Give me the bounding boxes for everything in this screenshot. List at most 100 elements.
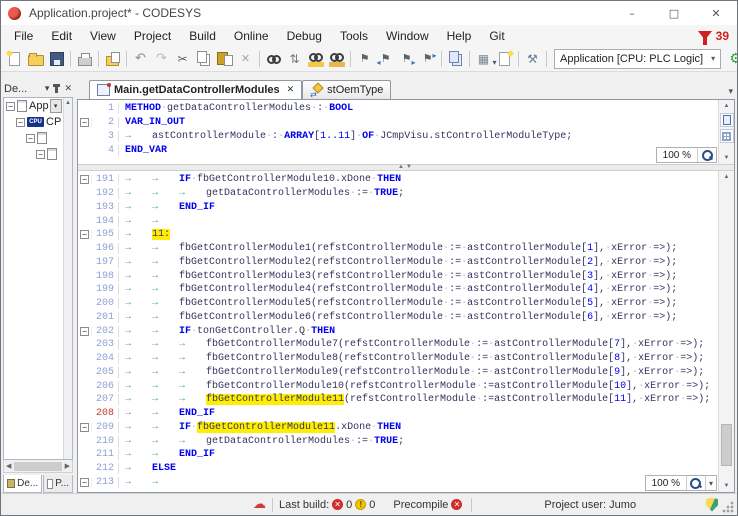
code-line[interactable]: 208→→END_IF: [78, 407, 718, 421]
panel-tab-pous[interactable]: P...: [43, 475, 73, 493]
cut-button[interactable]: ✂: [172, 48, 193, 69]
tabular-view-button[interactable]: [720, 129, 734, 143]
devices-tree-hscrollbar[interactable]: ◀ ▶: [3, 460, 73, 473]
find-in-project-button[interactable]: [305, 48, 326, 69]
menu-project[interactable]: Project: [125, 27, 180, 45]
scroll-up-icon[interactable]: ▲: [719, 171, 734, 183]
fold-toggle[interactable]: −: [80, 478, 89, 487]
code-line[interactable]: 206→→→fbGetControllerModule10(refstContr…: [78, 379, 718, 393]
code-line[interactable]: −202→→IF·tonGetController.Q·THEN: [78, 324, 718, 338]
code-line[interactable]: 196→→fbGetControllerModule1(refstControl…: [78, 242, 718, 256]
code-line[interactable]: 211→→END_IF: [78, 448, 718, 462]
menu-debug[interactable]: Debug: [278, 27, 331, 45]
panel-tab-devices[interactable]: De...: [3, 475, 42, 493]
menu-edit[interactable]: Edit: [42, 27, 81, 45]
find-button[interactable]: [263, 48, 284, 69]
implementation-editor[interactable]: −191→→IF·fbGetControllerModule10.xDone·T…: [78, 171, 734, 492]
bookmark-next-button[interactable]: ⚑: [396, 48, 417, 69]
code-line[interactable]: 3→astControllerModule·:·ARRAY[1..11]·OF·…: [78, 130, 718, 144]
code-line[interactable]: 197→→fbGetControllerModule2(refstControl…: [78, 256, 718, 270]
scroll-track[interactable]: [719, 144, 734, 152]
library-dropdown-button[interactable]: ▦: [473, 48, 494, 69]
code-line[interactable]: 207→→→fbGetControllerModule11(refstContr…: [78, 393, 718, 407]
declaration-zoom-control[interactable]: 100 %: [656, 147, 717, 163]
bookmark-prev-button[interactable]: ⚑: [375, 48, 396, 69]
bookmark-toggle-button[interactable]: ⚑: [354, 48, 375, 69]
implementation-scrollbar[interactable]: ▲ ▼: [718, 171, 734, 492]
menu-build[interactable]: Build: [180, 27, 225, 45]
code-line[interactable]: 194→→: [78, 214, 718, 228]
code-line[interactable]: −2VAR_IN_OUT: [78, 116, 718, 130]
tree-item-cp[interactable]: −CPUCP: [4, 114, 72, 130]
implementation-zoom-control[interactable]: 100 % ▾: [645, 475, 717, 491]
panel-close-icon[interactable]: ✕: [64, 84, 72, 94]
code-line[interactable]: 210→→→getDataControllerModules·:=·TRUE;: [78, 434, 718, 448]
undo-button[interactable]: ↶: [130, 48, 151, 69]
tab-main-getdatacontrollermodules[interactable]: Main.getDataControllerModules✕: [89, 80, 302, 99]
close-icon[interactable]: ✕: [287, 85, 295, 95]
magnifier-icon[interactable]: [698, 148, 716, 162]
close-button[interactable]: ✕: [695, 1, 737, 25]
scroll-down-icon[interactable]: ▼: [719, 480, 734, 492]
copy-button[interactable]: [193, 48, 214, 69]
editor-splitter[interactable]: ▲▼: [78, 164, 734, 171]
code-line[interactable]: 192→→→getDataControllerModules·:=·TRUE;: [78, 187, 718, 201]
pin-icon[interactable]: [55, 85, 58, 93]
save-button[interactable]: [46, 48, 67, 69]
scroll-right-icon[interactable]: ▶: [63, 462, 72, 470]
fold-toggle[interactable]: −: [80, 327, 89, 336]
scroll-thumb[interactable]: [721, 424, 732, 466]
chevron-down-icon[interactable]: ▾: [50, 99, 62, 113]
new-file-button[interactable]: [4, 48, 25, 69]
fold-toggle[interactable]: −: [36, 150, 45, 159]
maximize-button[interactable]: □: [653, 1, 695, 25]
code-line[interactable]: 201→→fbGetControllerModule6(refstControl…: [78, 311, 718, 325]
redo-button[interactable]: ↷: [151, 48, 172, 69]
code-line[interactable]: 203→→→fbGetControllerModule7(refstContro…: [78, 338, 718, 352]
menu-online[interactable]: Online: [225, 27, 278, 45]
scroll-left-icon[interactable]: ◀: [4, 462, 13, 470]
code-line[interactable]: 199→→fbGetControllerModule4(refstControl…: [78, 283, 718, 297]
fold-toggle[interactable]: −: [80, 118, 89, 127]
magnifier-icon[interactable]: [687, 476, 705, 490]
code-line[interactable]: 4END_VAR: [78, 143, 718, 157]
replace-in-project-button[interactable]: [326, 48, 347, 69]
editor-list-dropdown-icon[interactable]: ▾: [728, 86, 733, 97]
code-line[interactable]: −191→→IF·fbGetControllerModule10.xDone·T…: [78, 173, 718, 187]
code-line[interactable]: 1METHOD·getDataControllerModules·:·BOOL: [78, 102, 718, 116]
panel-menu-dropdown-icon[interactable]: ▾: [45, 84, 50, 94]
code-line[interactable]: −209→→IF·fbGetControllerModule11.xDone·T…: [78, 421, 718, 435]
fold-toggle[interactable]: −: [16, 118, 25, 127]
code-line[interactable]: 198→→fbGetControllerModule3(refstControl…: [78, 269, 718, 283]
declaration-editor[interactable]: 1METHOD·getDataControllerModules·:·BOOL−…: [78, 100, 734, 164]
print-button[interactable]: [74, 48, 95, 69]
fold-toggle[interactable]: −: [80, 230, 89, 239]
menu-window[interactable]: Window: [377, 27, 438, 45]
code-line[interactable]: −213→→: [78, 476, 718, 490]
resize-grip[interactable]: [722, 500, 735, 513]
filter-icon[interactable]: [698, 31, 712, 40]
scroll-down-icon[interactable]: ▼: [719, 152, 734, 164]
code-line[interactable]: −195→11:: [78, 228, 718, 242]
menu-tools[interactable]: Tools: [331, 27, 377, 45]
code-line[interactable]: 204→→→fbGetControllerModule8(refstContro…: [78, 352, 718, 366]
fold-toggle[interactable]: −: [6, 102, 15, 111]
paste-special-button[interactable]: [102, 48, 123, 69]
minimize-button[interactable]: –: [611, 1, 653, 25]
scroll-up-icon[interactable]: ▲: [64, 98, 72, 108]
new-object-button[interactable]: [494, 48, 515, 69]
scroll-track[interactable]: [719, 183, 734, 480]
hscroll-thumb[interactable]: [14, 462, 61, 471]
fold-toggle[interactable]: −: [26, 134, 35, 143]
login-button[interactable]: ⚙: [725, 48, 738, 69]
tree-item[interactable]: −: [4, 130, 72, 146]
paste-button[interactable]: [214, 48, 235, 69]
declaration-scrollbar[interactable]: ▲ ▼: [718, 100, 734, 164]
menu-help[interactable]: Help: [438, 27, 481, 45]
fold-toggle[interactable]: −: [80, 423, 89, 432]
bookmark-clear-button[interactable]: ⚑: [417, 48, 438, 69]
tree-item-app[interactable]: −App▾: [4, 98, 72, 114]
code-line[interactable]: 200→→fbGetControllerModule5(refstControl…: [78, 297, 718, 311]
menu-view[interactable]: View: [81, 27, 125, 45]
menu-git[interactable]: Git: [480, 27, 513, 45]
